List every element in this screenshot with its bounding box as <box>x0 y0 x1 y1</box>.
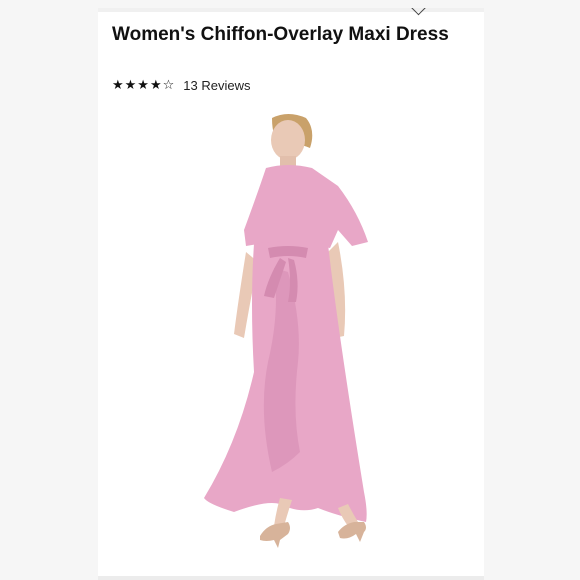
model-shoe-right <box>338 522 366 542</box>
bottom-divider <box>98 576 484 580</box>
product-image[interactable] <box>188 112 398 552</box>
reviews-link[interactable]: 13 Reviews <box>183 78 250 93</box>
rating-row[interactable]: ★★★★☆ 13 Reviews <box>112 78 250 93</box>
top-divider <box>98 8 484 12</box>
product-title: Women's Chiffon-Overlay Maxi Dress <box>112 24 449 45</box>
product-card: Women's Chiffon-Overlay Maxi Dress ★★★★☆… <box>98 8 484 576</box>
star-rating-icon: ★★★★☆ <box>112 78 176 93</box>
model-face <box>271 120 305 160</box>
dress-cape <box>244 165 368 248</box>
model-shoe-left <box>260 522 290 548</box>
